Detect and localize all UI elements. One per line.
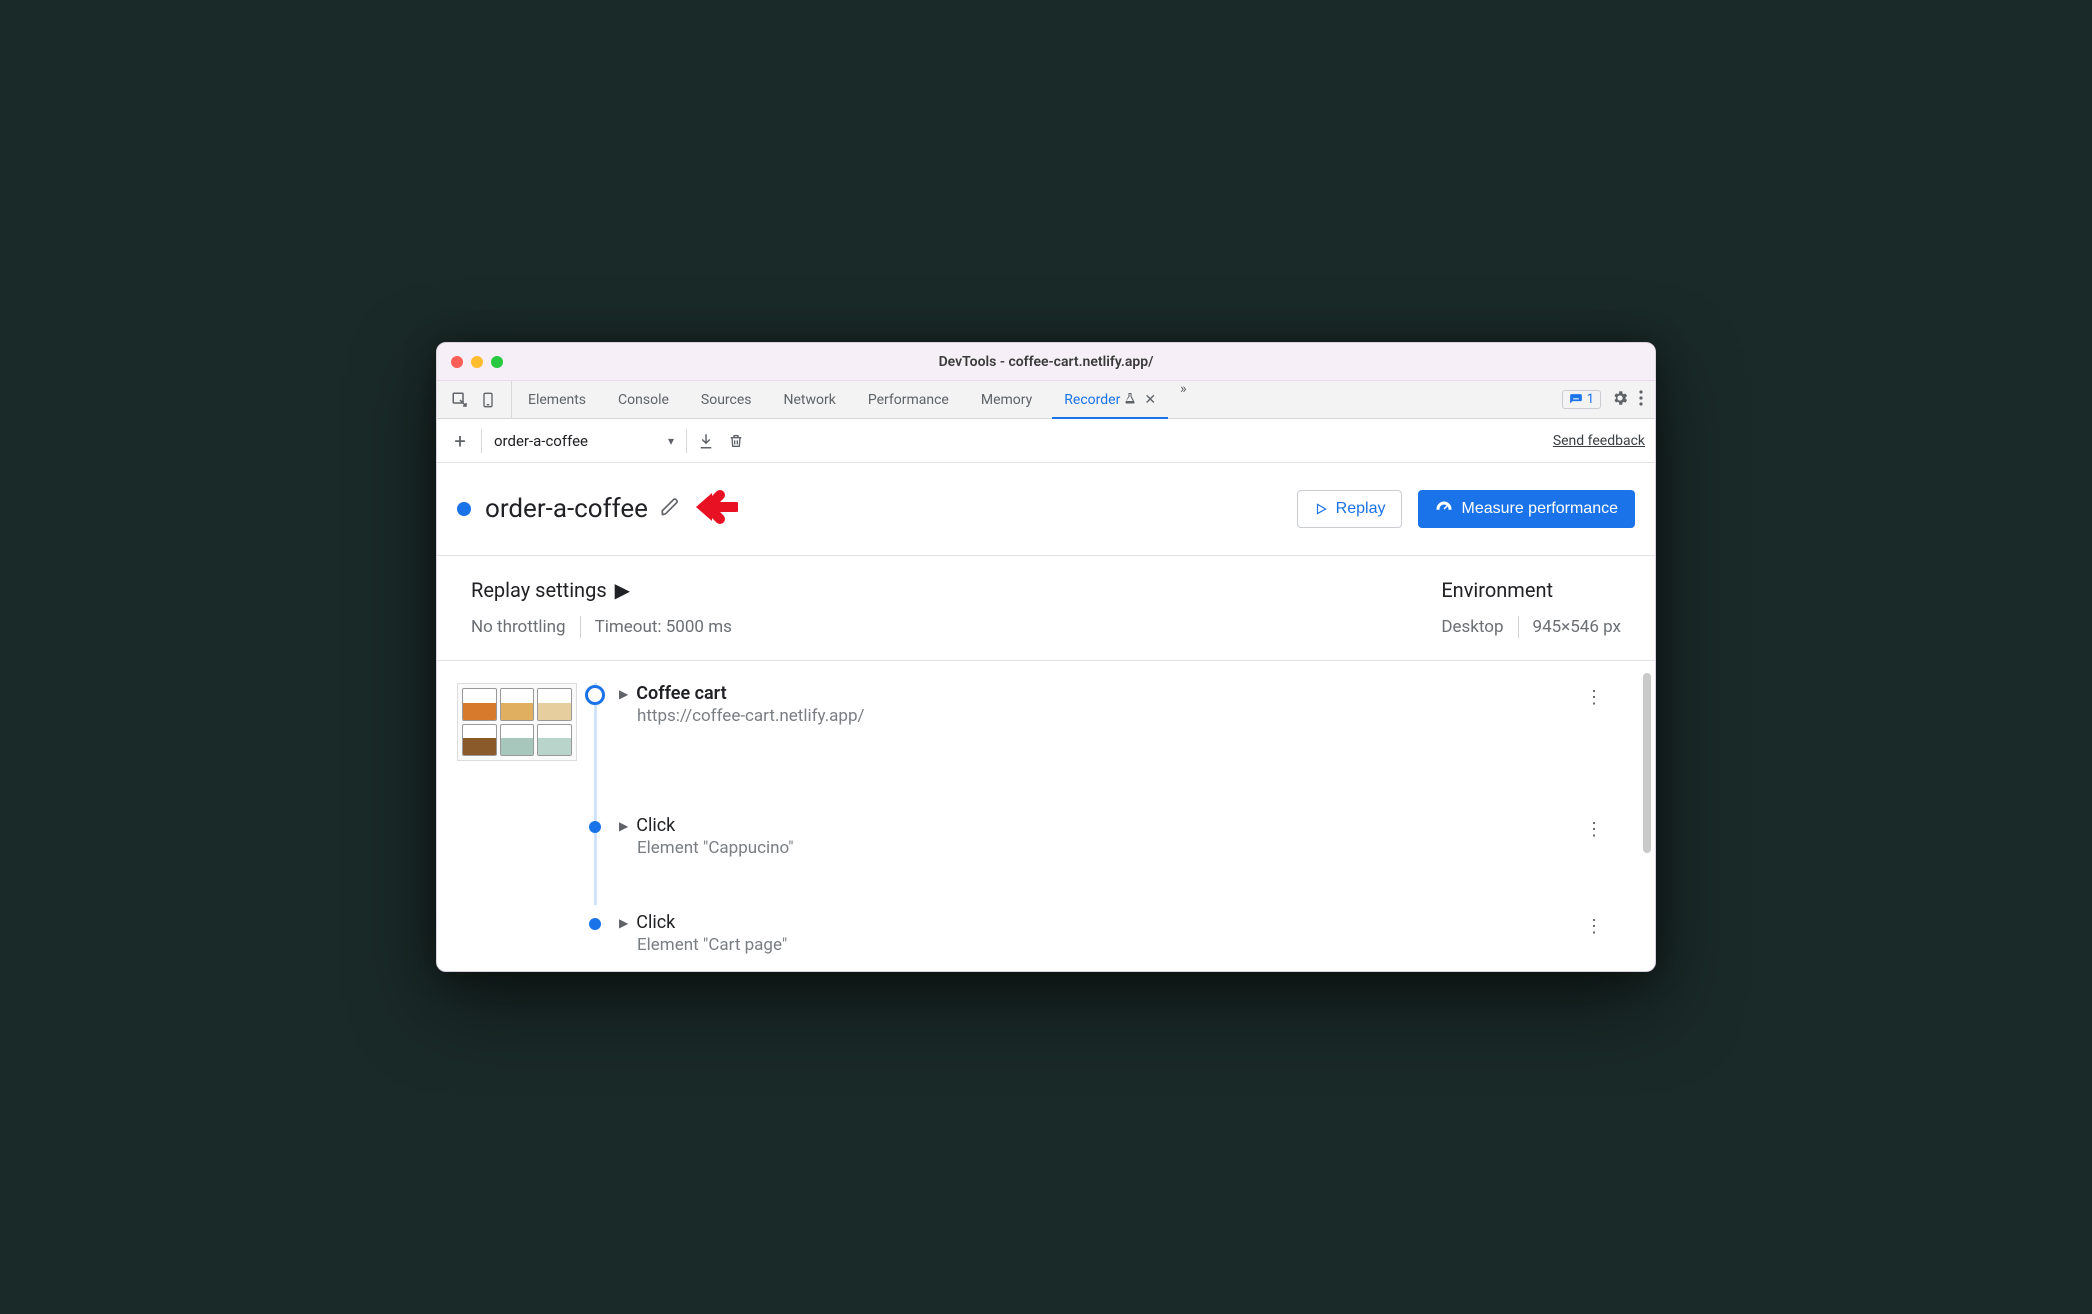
expand-step-icon[interactable]: ▶: [619, 819, 628, 833]
replay-button[interactable]: Replay: [1297, 490, 1403, 528]
settings-gear-icon[interactable]: [1611, 389, 1629, 411]
recording-select-label: order-a-coffee: [494, 432, 588, 450]
step-subtitle: Element "Cappucino": [637, 838, 1579, 858]
delete-icon[interactable]: [725, 430, 747, 452]
expand-step-icon[interactable]: ▶: [619, 687, 628, 701]
measure-button-label: Measure performance: [1461, 500, 1618, 518]
step-row: ▶ Click Element "Cappucino" ⋮: [457, 815, 1635, 858]
separator: [1518, 616, 1519, 638]
replay-settings-col: Replay settings ▶ No throttling Timeout:…: [471, 578, 1441, 638]
caret-right-icon: ▶: [615, 578, 630, 602]
tab-network[interactable]: Network: [768, 381, 852, 418]
timeout-value: Timeout: 5000 ms: [595, 617, 732, 637]
timeline-marker-start: [585, 685, 605, 705]
zoom-window-button[interactable]: [491, 356, 503, 368]
chevron-down-icon: ▾: [668, 434, 674, 448]
gauge-icon: [1435, 500, 1453, 518]
measure-performance-button[interactable]: Measure performance: [1418, 490, 1635, 528]
step-title: Coffee cart: [636, 683, 726, 704]
step-row: ▶ Click Element "Cart page" ⋮: [457, 912, 1635, 955]
devtools-window: DevTools - coffee-cart.netlify.app/ Elem…: [436, 342, 1656, 972]
export-icon[interactable]: [695, 430, 717, 452]
step-thumbnail[interactable]: [457, 683, 577, 761]
tab-sources[interactable]: Sources: [685, 381, 768, 418]
header-actions: Replay Measure performance: [1297, 490, 1635, 528]
step-menu-icon[interactable]: ⋮: [1579, 683, 1609, 712]
issues-badge[interactable]: 1: [1562, 390, 1601, 409]
recording-status-dot: [457, 502, 471, 516]
issues-count: 1: [1587, 392, 1594, 407]
replay-settings-details: No throttling Timeout: 5000 ms: [471, 616, 1441, 638]
settings-row: Replay settings ▶ No throttling Timeout:…: [437, 556, 1655, 661]
step-body[interactable]: ▶ Coffee cart https://coffee-cart.netlif…: [613, 683, 1579, 726]
experiment-flask-icon: [1124, 391, 1136, 409]
edit-title-icon[interactable]: [660, 497, 680, 521]
step-body[interactable]: ▶ Click Element "Cappucino": [613, 815, 1579, 858]
device-toolbar-icon[interactable]: [477, 389, 499, 411]
new-recording-button[interactable]: +: [447, 428, 473, 454]
replay-button-label: Replay: [1336, 500, 1386, 518]
step-subtitle: Element "Cart page": [637, 935, 1579, 955]
more-menu-icon[interactable]: [1639, 390, 1643, 410]
timeline-col: [577, 815, 613, 833]
recording-select[interactable]: order-a-coffee ▾: [490, 432, 678, 450]
device-value: Desktop: [1441, 617, 1503, 637]
viewport-value: 945×546 px: [1533, 617, 1621, 637]
recorder-toolbar: + order-a-coffee ▾ Send feedback: [437, 419, 1655, 463]
step-body[interactable]: ▶ Click Element "Cart page": [613, 912, 1579, 955]
step-menu-icon[interactable]: ⋮: [1579, 912, 1609, 941]
tabs-container: Elements Console Sources Network Perform…: [512, 381, 1195, 418]
tabbar-left-tools: [437, 381, 512, 418]
traffic-lights: [451, 356, 503, 368]
more-tabs-icon[interactable]: »: [1172, 381, 1195, 418]
environment-title: Environment: [1441, 578, 1621, 602]
timeline-marker: [589, 918, 601, 930]
tab-elements[interactable]: Elements: [512, 381, 602, 418]
step-title: Click: [636, 815, 675, 836]
separator: [686, 429, 687, 453]
environment-col: Environment Desktop 945×546 px: [1441, 578, 1621, 638]
play-icon: [1314, 502, 1328, 516]
window-title: DevTools - coffee-cart.netlify.app/: [437, 354, 1655, 370]
close-window-button[interactable]: [451, 356, 463, 368]
step-subtitle: https://coffee-cart.netlify.app/: [637, 706, 1579, 726]
recording-header: order-a-coffee Replay Measure performanc…: [437, 463, 1655, 556]
separator: [580, 616, 581, 638]
separator: [481, 429, 482, 453]
inspect-element-icon[interactable]: [449, 389, 471, 411]
step-row: ▶ Coffee cart https://coffee-cart.netlif…: [457, 683, 1635, 761]
environment-details: Desktop 945×546 px: [1441, 616, 1621, 638]
timeline-marker: [589, 821, 601, 833]
tab-recorder[interactable]: Recorder ✕: [1048, 381, 1172, 418]
replay-settings-toggle[interactable]: Replay settings ▶: [471, 578, 1441, 602]
tabbar-right: 1: [1550, 381, 1655, 418]
titlebar: DevTools - coffee-cart.netlify.app/: [437, 343, 1655, 381]
expand-step-icon[interactable]: ▶: [619, 916, 628, 930]
step-menu-icon[interactable]: ⋮: [1579, 815, 1609, 844]
send-feedback-link[interactable]: Send feedback: [1553, 433, 1645, 449]
devtools-tabbar: Elements Console Sources Network Perform…: [437, 381, 1655, 419]
minimize-window-button[interactable]: [471, 356, 483, 368]
steps-area: ▶ Coffee cart https://coffee-cart.netlif…: [437, 661, 1655, 971]
issues-icon: [1569, 393, 1583, 407]
tab-console[interactable]: Console: [602, 381, 685, 418]
throttling-value: No throttling: [471, 617, 566, 637]
scrollbar[interactable]: [1643, 673, 1651, 853]
timeline-col: [577, 912, 613, 930]
tab-memory[interactable]: Memory: [965, 381, 1048, 418]
close-tab-icon[interactable]: ✕: [1144, 392, 1156, 408]
annotation-arrow-icon: [690, 487, 738, 531]
step-title: Click: [636, 912, 675, 933]
tab-performance[interactable]: Performance: [852, 381, 965, 418]
timeline-line: [594, 683, 597, 905]
recording-title: order-a-coffee: [485, 494, 648, 524]
timeline-col: [577, 683, 613, 705]
